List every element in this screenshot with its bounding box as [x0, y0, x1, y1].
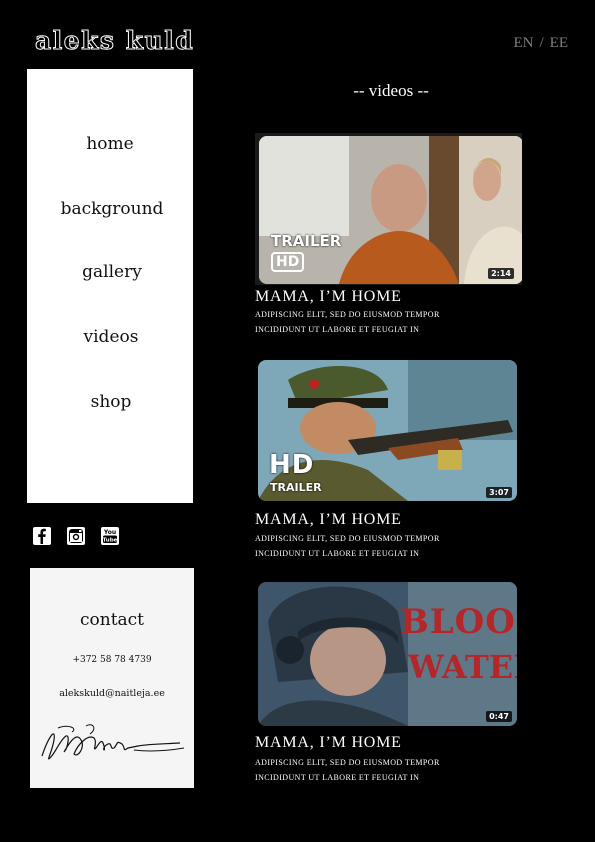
trailer-badge: TRAILER	[271, 232, 342, 250]
video-thumbnail[interactable]: HD TRAILER 3:07	[255, 358, 520, 504]
youtube-icon[interactable]: You Tube	[101, 527, 119, 545]
trailer-badge: TRAILER	[270, 481, 322, 494]
water-title-art: WATER	[408, 648, 517, 686]
hd-badge: HD	[269, 450, 315, 480]
section-title: -- videos --	[353, 81, 429, 100]
lang-en-link[interactable]: EN	[514, 35, 534, 51]
video-duration: 0:47	[486, 711, 512, 722]
nav-item-home[interactable]: home	[27, 134, 193, 154]
video-thumbnail[interactable]: BLOOD WATER 0:47	[255, 580, 520, 728]
video-title[interactable]: MAMA, I’M HOME	[255, 511, 402, 529]
video-description: ADIPISCING ELIT, SED DO EIUSMOD TEMPOR I…	[255, 534, 440, 558]
video-title[interactable]: MAMA, I’M HOME	[255, 734, 402, 752]
main-nav: home background gallery videos shop	[27, 69, 193, 503]
contact-email[interactable]: alekskuld@naitleja.ee	[30, 688, 194, 699]
nav-item-shop[interactable]: shop	[28, 392, 194, 412]
blood-title-art: BLOOD	[400, 602, 517, 642]
contact-panel: contact +372 58 78 4739 alekskuld@naitle…	[30, 568, 194, 788]
signature-image	[41, 724, 185, 760]
video-duration: 3:07	[486, 487, 512, 498]
svg-text:You: You	[103, 529, 116, 536]
hd-badge: HD	[271, 252, 305, 272]
video-thumbnail[interactable]: TRAILER HD 2:14	[255, 133, 522, 285]
social-links: You Tube	[33, 527, 119, 545]
video-title[interactable]: MAMA, I’M HOME	[255, 288, 402, 306]
instagram-icon[interactable]	[67, 527, 85, 545]
contact-phone[interactable]: +372 58 78 4739	[30, 655, 194, 665]
video-duration: 2:14	[488, 268, 514, 279]
nav-item-videos[interactable]: videos	[28, 327, 194, 347]
facebook-icon[interactable]	[33, 527, 51, 545]
site-logo[interactable]: aleks kuld	[34, 24, 194, 58]
contact-title: contact	[79, 610, 145, 630]
lang-separator: /	[539, 35, 544, 51]
nav-item-gallery[interactable]: gallery	[29, 262, 195, 282]
lang-ee-link[interactable]: EE	[550, 35, 568, 51]
nav-item-background[interactable]: background	[29, 199, 195, 219]
language-switcher: EN / EE	[514, 35, 569, 52]
video-description: ADIPISCING ELIT, SED DO EIUSMOD TEMPOR I…	[255, 758, 440, 782]
svg-text:Tube: Tube	[103, 537, 118, 543]
video-description: ADIPISCING ELIT, SED DO EIUSMOD TEMPOR I…	[255, 310, 440, 334]
